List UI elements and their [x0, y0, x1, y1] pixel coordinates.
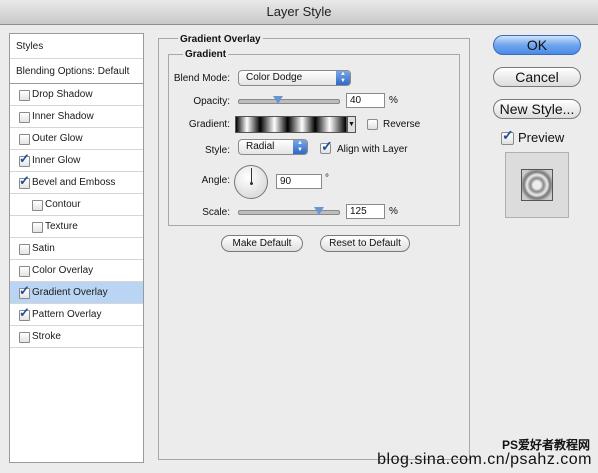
checkmark-icon: ✓ — [19, 173, 30, 188]
group-title: Gradient Overlay — [178, 34, 263, 45]
make-default-button[interactable]: Make Default — [221, 235, 303, 252]
sidebar-item-label: Bevel and Emboss — [32, 177, 116, 188]
sidebar-styles-header[interactable]: Styles — [10, 34, 143, 59]
blend-mode-label: Blend Mode: — [173, 73, 230, 84]
opacity-input[interactable]: 40 — [346, 93, 385, 108]
checkbox[interactable] — [19, 244, 30, 255]
sidebar-item-bevel-and-emboss[interactable]: ✓ Bevel and Emboss — [10, 172, 143, 194]
checkbox[interactable] — [32, 222, 43, 233]
style-value: Radial — [246, 141, 275, 152]
window-title: Layer Style — [0, 0, 598, 25]
sidebar-item-satin[interactable]: Satin — [10, 238, 143, 260]
preview-thumbnail — [521, 169, 553, 201]
checkbox[interactable] — [19, 134, 30, 145]
blend-mode-select[interactable]: Color Dodge ▲ ▼ — [238, 70, 351, 86]
sidebar-item-label: Contour — [45, 199, 81, 210]
style-preview — [505, 152, 569, 218]
scale-unit: % — [389, 206, 398, 217]
angle-unit: ° — [325, 173, 329, 184]
preview-label: Preview — [518, 130, 565, 145]
angle-input[interactable]: 90 — [276, 174, 322, 189]
checkbox[interactable] — [19, 90, 30, 101]
preview-checkbox[interactable]: ✓ — [501, 128, 514, 145]
checkmark-icon: ✓ — [502, 127, 514, 143]
reverse-label: Reverse — [383, 119, 421, 130]
sidebar-item-label: Satin — [32, 243, 55, 254]
sidebar-item-color-overlay[interactable]: Color Overlay — [10, 260, 143, 282]
align-checkbox[interactable]: ✓ — [320, 139, 333, 154]
reset-default-button[interactable]: Reset to Default — [320, 235, 410, 252]
sidebar-blending-options[interactable]: Blending Options: Default — [10, 59, 143, 84]
updown-arrows-icon: ▲ ▼ — [293, 140, 307, 154]
sidebar-item-inner-glow[interactable]: ✓ Inner Glow — [10, 150, 143, 172]
sidebar-item-label: Outer Glow — [32, 133, 83, 144]
new-style-button[interactable]: New Style... — [493, 99, 581, 119]
checkbox[interactable] — [19, 112, 30, 123]
scale-slider[interactable] — [238, 210, 340, 215]
sidebar-item-gradient-overlay[interactable]: ✓ Gradient Overlay — [10, 282, 143, 304]
sidebar-item-label: Pattern Overlay — [32, 309, 102, 320]
sidebar-item-inner-shadow[interactable]: Inner Shadow — [10, 106, 143, 128]
sidebar-item-label: Drop Shadow — [32, 89, 93, 100]
scale-slider-thumb[interactable] — [314, 207, 324, 215]
checkbox[interactable] — [32, 200, 43, 211]
sidebar-item-label: Color Overlay — [32, 265, 94, 276]
subgroup-title: Gradient — [183, 49, 229, 60]
opacity-label: Opacity: — [193, 96, 230, 107]
sidebar-item-contour[interactable]: Contour — [10, 194, 143, 216]
updown-arrows-icon: ▲ ▼ — [336, 71, 350, 85]
gradient-swatch[interactable] — [235, 116, 347, 133]
checkbox[interactable] — [19, 332, 30, 343]
angle-label: Angle: — [201, 175, 230, 186]
sidebar-item-stroke[interactable]: Stroke — [10, 326, 143, 348]
reverse-checkbox[interactable] — [367, 119, 378, 130]
checkbox[interactable]: ✓ — [19, 306, 30, 321]
sidebar-item-label: Texture — [45, 221, 78, 232]
checkmark-icon: ✓ — [321, 138, 333, 154]
checkbox[interactable]: ✓ — [19, 174, 30, 189]
blend-mode-value: Color Dodge — [246, 72, 303, 83]
cancel-button[interactable]: Cancel — [493, 67, 581, 87]
checkmark-icon: ✓ — [19, 151, 30, 166]
checkmark-icon: ✓ — [19, 305, 30, 320]
sidebar-item-label: Inner Shadow — [32, 111, 94, 122]
sidebar-item-drop-shadow[interactable]: Drop Shadow — [10, 84, 143, 106]
scale-input[interactable]: 125 — [346, 204, 385, 219]
ok-button[interactable]: OK — [493, 35, 581, 55]
checkbox[interactable] — [19, 266, 30, 277]
sidebar-item-label: Gradient Overlay — [32, 287, 108, 298]
scale-label: Scale: — [202, 207, 230, 218]
watermark-url: blog.sina.com.cn/psahz.com — [377, 451, 592, 468]
sidebar-item-label: Inner Glow — [32, 155, 81, 166]
sidebar-item-texture[interactable]: Texture — [10, 216, 143, 238]
style-select[interactable]: Radial ▲ ▼ — [238, 139, 308, 155]
opacity-slider-thumb[interactable] — [273, 96, 283, 104]
style-label: Style: — [204, 145, 230, 156]
opacity-slider[interactable] — [238, 99, 340, 104]
gradient-dropdown-icon[interactable]: ▼ — [347, 116, 356, 133]
checkbox[interactable]: ✓ — [19, 152, 30, 167]
sidebar-item-label: Stroke — [32, 331, 61, 342]
align-label: Align with Layer — [337, 144, 408, 155]
angle-dial[interactable] — [234, 165, 268, 199]
checkbox[interactable]: ✓ — [19, 284, 30, 299]
checkmark-icon: ✓ — [19, 283, 30, 298]
gradient-label: Gradient: — [188, 119, 230, 130]
sidebar-item-outer-glow[interactable]: Outer Glow — [10, 128, 143, 150]
sidebar-item-pattern-overlay[interactable]: ✓ Pattern Overlay — [10, 304, 143, 326]
opacity-unit: % — [389, 95, 398, 106]
styles-sidebar: Styles Blending Options: Default Drop Sh… — [9, 33, 144, 463]
